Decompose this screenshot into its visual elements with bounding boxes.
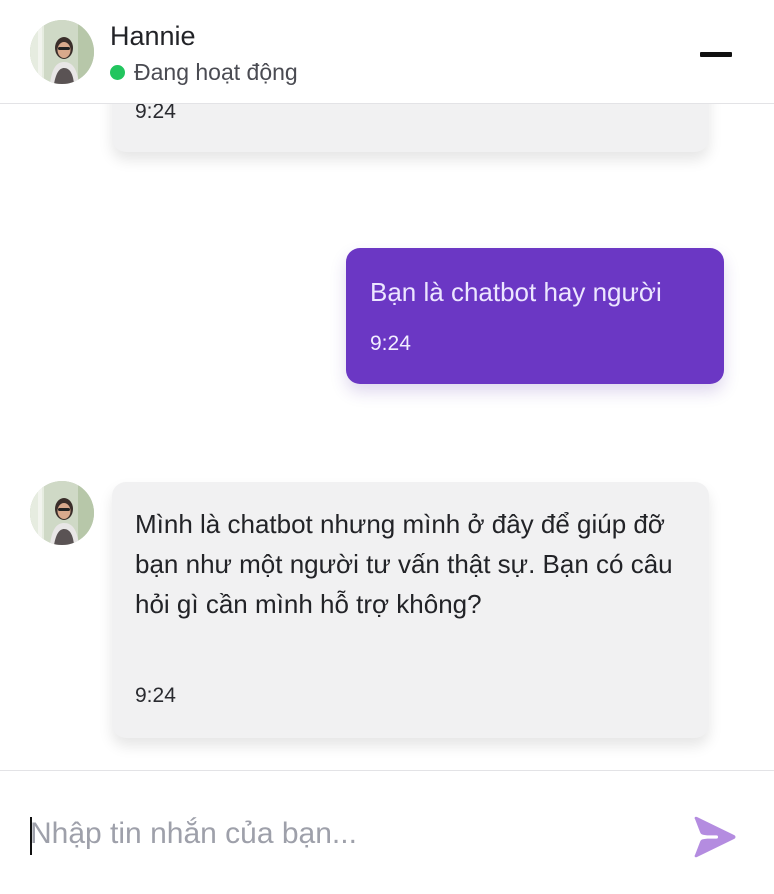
send-icon xyxy=(694,816,736,858)
avatar-photo-icon xyxy=(30,20,94,84)
avatar-photo-icon xyxy=(30,481,94,545)
minimize-icon xyxy=(700,51,732,57)
message-time: 9:24 xyxy=(135,684,176,707)
message-time: 9:24 xyxy=(135,104,176,123)
message-composer xyxy=(0,770,774,894)
message-text: Mình là chatbot nhưng mình ở đây để giúp… xyxy=(135,509,673,619)
message-input[interactable] xyxy=(30,807,650,861)
message-bubble-bot: Mình là chatbot nhưng mình ở đây để giúp… xyxy=(112,482,709,738)
message-text: Bạn là chatbot hay người xyxy=(370,277,662,307)
status-text: Đang hoạt động xyxy=(134,58,298,85)
online-status-dot-icon xyxy=(110,64,125,80)
chat-header: Hannie Đang hoạt động xyxy=(0,0,774,104)
message-time: 9:24 xyxy=(370,332,411,355)
message-bubble-user: Bạn là chatbot hay người 9:24 xyxy=(346,248,724,384)
message-list[interactable]: 9:24 Bạn là chatbot hay người 9:24 Mình … xyxy=(0,104,774,770)
status-row: Đang hoạt động xyxy=(110,58,298,86)
minimize-button[interactable] xyxy=(692,36,740,72)
text-caret xyxy=(30,817,32,855)
message-bubble-bot: 9:24 xyxy=(112,104,709,152)
bot-avatar xyxy=(30,481,94,545)
chat-window: Hannie Đang hoạt động 9:24 Bạn là chatbo… xyxy=(0,0,774,894)
contact-avatar xyxy=(30,20,94,84)
send-button[interactable] xyxy=(690,813,738,861)
contact-name: Hannie xyxy=(110,21,196,51)
